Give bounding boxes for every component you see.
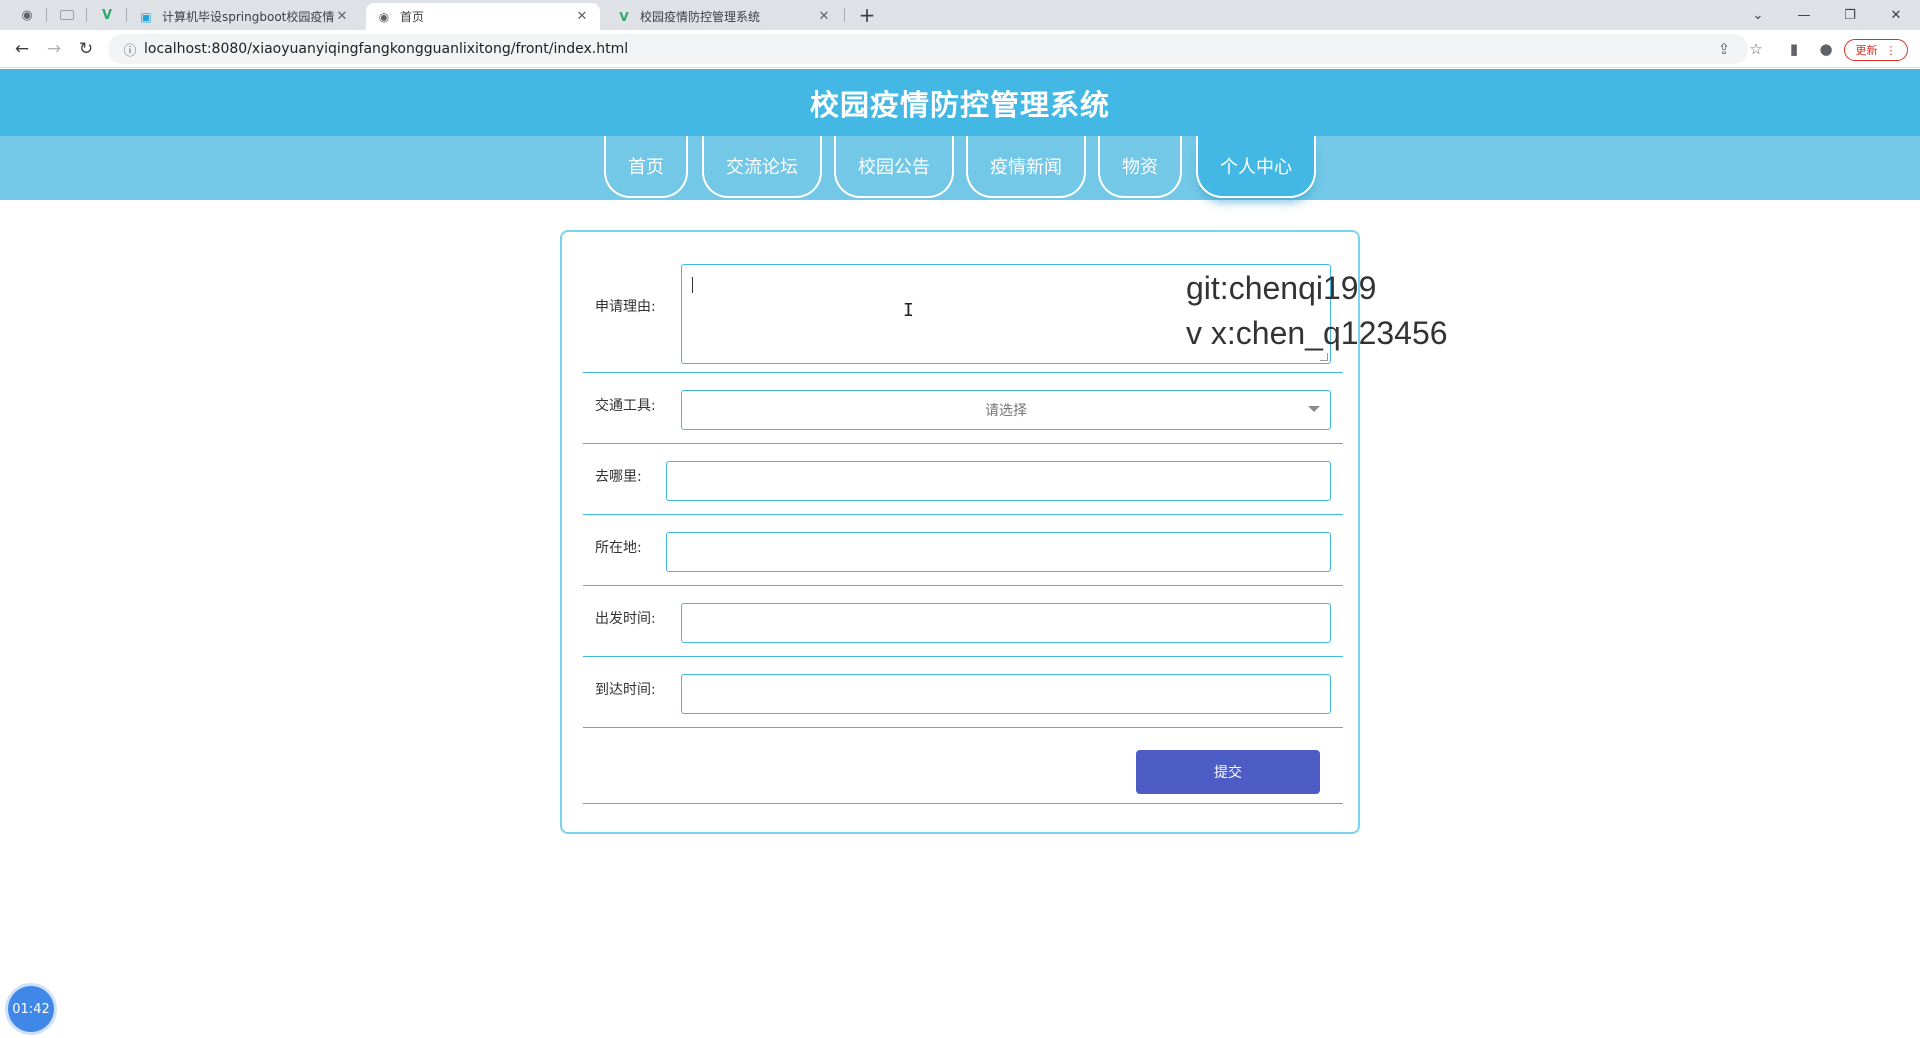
watermark-line-2: v x:chen_q123456 bbox=[1186, 315, 1448, 351]
tab-label: 首页 bbox=[400, 10, 425, 24]
url-text[interactable]: localhost:8080/xiaoyuanyiqingfangkonggua… bbox=[144, 41, 628, 57]
vue-icon[interactable]: V bbox=[94, 3, 120, 27]
site-header: 校园疫情防控管理系统 bbox=[0, 69, 1920, 136]
form-row-arrive: 到达时间: bbox=[583, 657, 1343, 728]
transport-label: 交通工具: bbox=[595, 398, 656, 414]
location-input[interactable] bbox=[666, 532, 1331, 572]
depart-label: 出发时间: bbox=[595, 611, 656, 627]
tab-home[interactable]: ◉ 首页 ✕ bbox=[366, 3, 600, 30]
nav-item-supplies[interactable]: 物资 bbox=[1098, 136, 1182, 198]
tab-search-icon[interactable]: ⌄ bbox=[1736, 0, 1780, 30]
forward-arrow-icon[interactable]: → bbox=[42, 37, 66, 61]
nav-item-notice[interactable]: 校园公告 bbox=[834, 136, 954, 198]
close-icon[interactable]: ✕ bbox=[816, 9, 832, 24]
close-icon[interactable]: ✕ bbox=[574, 9, 590, 24]
browser-toolbar: ← → ↻ ⓘ localhost:8080/xiaoyuanyiqingfan… bbox=[0, 30, 1920, 68]
location-label: 所在地: bbox=[595, 540, 642, 556]
tab-separator bbox=[46, 8, 47, 22]
site-title: 校园疫情防控管理系统 bbox=[809, 87, 1110, 122]
destination-input[interactable] bbox=[666, 461, 1331, 501]
update-label: 更新 bbox=[1855, 44, 1878, 57]
address-bar[interactable]: ⓘ localhost:8080/xiaoyuanyiqingfangkongg… bbox=[108, 34, 1748, 64]
text-cursor-icon: I bbox=[903, 300, 914, 321]
reload-icon[interactable]: ↻ bbox=[74, 37, 98, 61]
depart-time-input[interactable] bbox=[681, 603, 1331, 643]
submit-button[interactable]: 提交 bbox=[1136, 750, 1320, 794]
recording-timer-badge[interactable]: 01:42 bbox=[8, 986, 54, 1032]
blank-page-icon[interactable] bbox=[54, 3, 80, 27]
chevron-down-icon bbox=[1308, 406, 1320, 412]
side-panel-icon[interactable]: ▮ bbox=[1780, 34, 1808, 64]
tab-system[interactable]: V 校园疫情防控管理系统 ✕ bbox=[606, 3, 842, 30]
main-nav: 首页 交流论坛 校园公告 疫情新闻 物资 个人中心 bbox=[0, 136, 1920, 200]
share-icon[interactable]: ⇪ bbox=[1710, 34, 1738, 64]
form-row-transport: 交通工具: 请选择 bbox=[583, 373, 1343, 444]
text-caret bbox=[692, 277, 693, 293]
nav-item-news[interactable]: 疫情新闻 bbox=[966, 136, 1086, 198]
back-arrow-icon[interactable]: ← bbox=[10, 37, 34, 61]
watermark-line-1: git:chenqi199 bbox=[1186, 270, 1377, 306]
tab-separator bbox=[86, 8, 87, 22]
site-info-icon[interactable]: ⓘ bbox=[116, 40, 144, 59]
browser-tab-bar: ◉ V ▣ 计算机毕设springboot校园疫情 ✕ ◉ 首页 ✕ V 校园疫… bbox=[0, 0, 1920, 30]
destination-label: 去哪里: bbox=[595, 469, 642, 485]
bookmark-star-icon[interactable]: ☆ bbox=[1742, 34, 1770, 64]
close-icon[interactable]: ✕ bbox=[334, 9, 350, 24]
more-menu-icon[interactable]: ⋮ bbox=[1886, 44, 1897, 57]
close-window-icon[interactable]: ✕ bbox=[1874, 0, 1918, 30]
tab-separator bbox=[126, 8, 127, 22]
watermark: git:chenqi199 v x:chen_q123456 bbox=[1186, 266, 1448, 356]
arrive-time-input[interactable] bbox=[681, 674, 1331, 714]
new-tab-button[interactable]: + bbox=[855, 3, 879, 27]
tab-separator bbox=[844, 8, 845, 22]
nav-item-forum[interactable]: 交流论坛 bbox=[702, 136, 822, 198]
form-row-destination: 去哪里: bbox=[583, 444, 1343, 515]
transport-placeholder: 请选择 bbox=[985, 403, 1027, 419]
vue-icon: V bbox=[619, 9, 629, 24]
transport-select[interactable]: 请选择 bbox=[681, 390, 1331, 430]
arrive-label: 到达时间: bbox=[595, 682, 656, 698]
globe-icon: ◉ bbox=[378, 9, 390, 24]
tab-label: 计算机毕设springboot校园疫情 bbox=[162, 10, 334, 24]
profile-avatar-icon[interactable]: ● bbox=[1812, 34, 1840, 64]
tab-label: 校园疫情防控管理系统 bbox=[640, 10, 761, 24]
reason-label: 申请理由: bbox=[595, 299, 656, 315]
nav-item-home[interactable]: 首页 bbox=[604, 136, 688, 198]
update-button[interactable]: 更新 ⋮ bbox=[1844, 39, 1908, 61]
bilibili-icon: ▣ bbox=[140, 9, 152, 24]
form-row-location: 所在地: bbox=[583, 515, 1343, 586]
minimize-icon[interactable]: — bbox=[1782, 0, 1826, 30]
restore-icon[interactable]: ❐ bbox=[1828, 0, 1872, 30]
globe-icon[interactable]: ◉ bbox=[14, 3, 40, 27]
nav-item-profile[interactable]: 个人中心 bbox=[1196, 136, 1316, 198]
form-row-depart: 出发时间: bbox=[583, 586, 1343, 657]
tab-bilibili[interactable]: ▣ 计算机毕设springboot校园疫情 ✕ bbox=[128, 3, 360, 30]
